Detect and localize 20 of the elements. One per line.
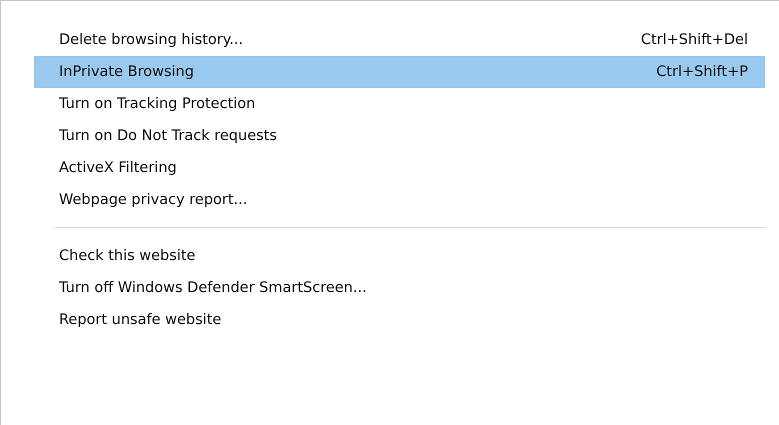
menu-item-label: Turn on Do Not Track requests [59, 128, 277, 144]
menu-item[interactable]: InPrivate Browsing Ctrl+Shift+P [34, 56, 765, 88]
menu-item-label: InPrivate Browsing [59, 64, 194, 80]
menu-item-label: Check this website [59, 248, 196, 264]
menu-item[interactable]: Check this website [34, 240, 765, 272]
menu-item-label: ActiveX Filtering [59, 160, 177, 176]
shortcut-text: Ctrl+Shift+P [656, 64, 748, 80]
menu-item[interactable]: Delete browsing history... Ctrl+Shift+Del [34, 24, 765, 56]
menu-item-label: Turn on Tracking Protection [59, 96, 256, 112]
menu-item[interactable]: Turn on Tracking Protection [34, 88, 765, 120]
menu-item[interactable]: Turn on Do Not Track requests [34, 120, 765, 152]
menu-item[interactable]: ActiveX Filtering [34, 152, 765, 184]
menu-item-label: Turn off Windows Defender SmartScreen... [59, 280, 367, 296]
menu-item-label: Delete browsing history... [59, 32, 244, 48]
menu-item[interactable]: Report unsafe website [34, 304, 765, 336]
menu-item[interactable]: Webpage privacy report... [34, 184, 765, 216]
menu-item-label: Webpage privacy report... [59, 192, 248, 208]
shortcut-text: Ctrl+Shift+Del [640, 32, 748, 48]
menu-item[interactable]: Turn off Windows Defender SmartScreen... [34, 272, 765, 304]
menu-item-label: Report unsafe website [59, 312, 222, 328]
